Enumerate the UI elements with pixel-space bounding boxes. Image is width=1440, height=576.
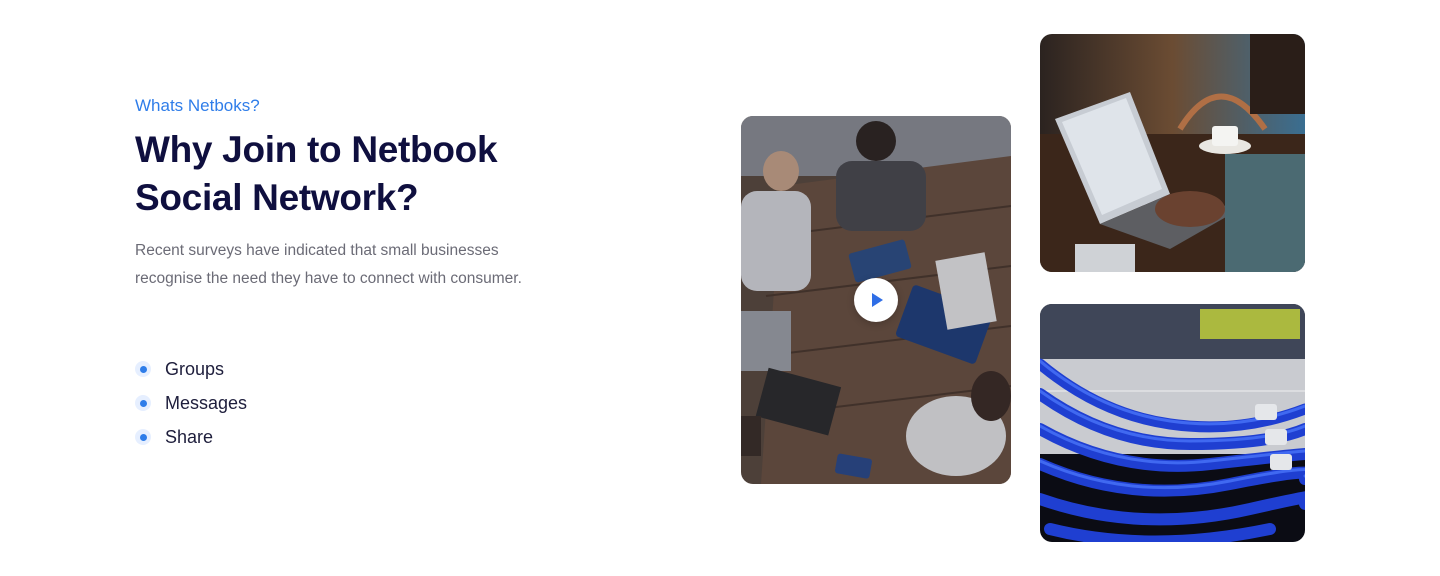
feature-label: Share bbox=[165, 426, 214, 447]
feature-label: Groups bbox=[165, 358, 225, 379]
play-video-button[interactable] bbox=[854, 278, 898, 322]
feature-label: Messages bbox=[165, 392, 248, 413]
play-icon bbox=[872, 293, 883, 307]
laptop-coffee-photo bbox=[1040, 34, 1305, 272]
bullet-dot-icon bbox=[135, 429, 151, 445]
feature-item-groups: Groups bbox=[135, 352, 247, 386]
section-title: Why Join to Netbook Social Network? bbox=[135, 129, 498, 218]
bullet-dot-icon bbox=[135, 395, 151, 411]
network-cables-photo bbox=[1040, 304, 1305, 542]
bullet-dot-icon bbox=[135, 361, 151, 377]
section-description: Recent surveys have indicated that small… bbox=[135, 242, 522, 287]
feature-item-share: Share bbox=[135, 420, 247, 454]
section-eyebrow: Whats Netboks? bbox=[135, 96, 260, 115]
feature-list: Groups Messages Share bbox=[135, 352, 247, 454]
feature-item-messages: Messages bbox=[135, 386, 247, 420]
